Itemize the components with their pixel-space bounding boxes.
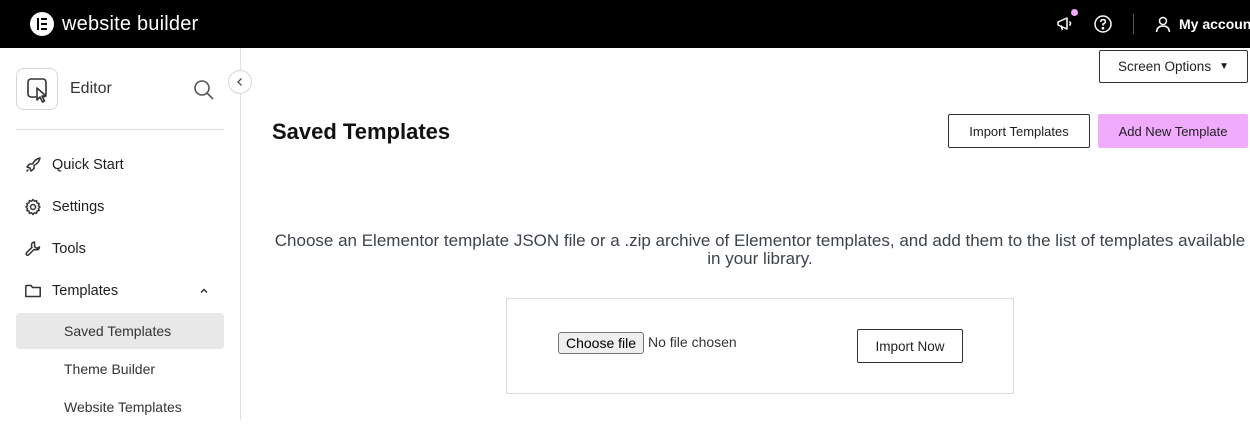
sidebar-item-settings[interactable]: Settings <box>16 189 224 225</box>
import-templates-button[interactable]: Import Templates <box>948 114 1090 148</box>
user-icon[interactable] <box>1153 14 1173 34</box>
editor-logo-icon[interactable] <box>16 68 58 110</box>
page-title: Saved Templates <box>272 119 451 144</box>
sidebar-item-label: Templates <box>52 283 119 299</box>
sidebar-divider <box>16 129 224 130</box>
sidebar-collapse-button[interactable] <box>228 70 252 94</box>
chevron-left-icon <box>237 78 242 86</box>
brand-name: website builder <box>62 12 199 35</box>
screen-options-button[interactable]: Screen Options ▼ <box>1099 50 1248 83</box>
sidebar-item-quick-start[interactable]: Quick Start <box>16 147 224 183</box>
chevron-up-icon[interactable] <box>198 285 210 297</box>
sidebar: Editor Quick Start Settings Tools Templa… <box>0 48 241 420</box>
search-icon[interactable] <box>192 78 216 102</box>
import-description: Choose an Elementor template JSON file o… <box>274 231 1246 268</box>
wrench-icon <box>25 241 41 257</box>
rocket-icon <box>25 157 41 173</box>
help-icon[interactable] <box>1093 14 1113 34</box>
elementor-logo-icon <box>30 12 54 36</box>
editor-label: Editor <box>70 80 112 97</box>
caret-down-icon: ▼ <box>1219 61 1229 72</box>
notification-dot <box>1071 9 1078 16</box>
screen-options-label: Screen Options <box>1118 59 1212 74</box>
folder-icon <box>25 284 41 298</box>
file-status-text: No file chosen <box>648 334 737 350</box>
sidebar-item-label: Quick Start <box>52 157 124 173</box>
sidebar-subitem-theme-builder[interactable]: Theme Builder <box>16 351 224 387</box>
add-new-template-button[interactable]: Add New Template <box>1098 114 1248 148</box>
sidebar-item-tools[interactable]: Tools <box>16 231 224 267</box>
import-now-button[interactable]: Import Now <box>857 329 963 363</box>
sidebar-item-templates[interactable]: Templates <box>16 273 224 309</box>
topbar-divider <box>1133 14 1134 34</box>
sidebar-item-label: Tools <box>52 241 86 257</box>
top-bar: website builder My account <box>0 0 1250 48</box>
choose-file-button[interactable]: Choose file <box>558 332 644 354</box>
brand[interactable]: website builder <box>30 12 198 36</box>
megaphone-icon[interactable] <box>1055 14 1075 34</box>
sidebar-subitem-saved-templates[interactable]: Saved Templates <box>16 313 224 349</box>
editor-header: Editor <box>16 68 224 112</box>
sidebar-item-label: Settings <box>52 199 105 215</box>
my-account-link[interactable]: My account <box>1179 16 1250 32</box>
gear-icon <box>25 198 41 216</box>
